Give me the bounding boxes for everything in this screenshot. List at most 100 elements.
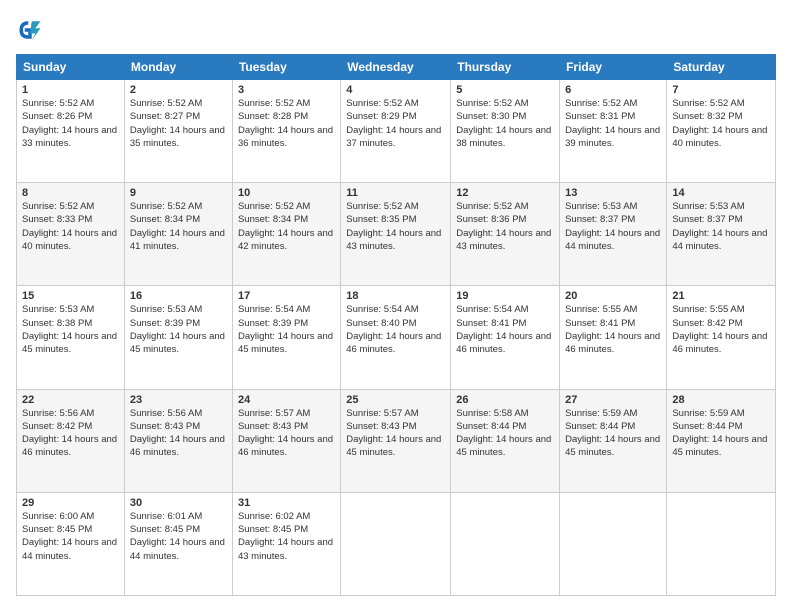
day-cell-1: 1 Sunrise: 5:52 AMSunset: 8:26 PMDayligh…: [17, 80, 125, 183]
page: SundayMondayTuesdayWednesdayThursdayFrid…: [0, 0, 792, 612]
day-number: 13: [565, 187, 661, 199]
day-info: Sunrise: 5:52 AMSunset: 8:34 PMDaylight:…: [130, 201, 225, 252]
day-cell-21: 21 Sunrise: 5:55 AMSunset: 8:42 PMDaylig…: [667, 286, 776, 389]
calendar-body: 1 Sunrise: 5:52 AMSunset: 8:26 PMDayligh…: [17, 80, 776, 596]
day-number: 30: [130, 497, 227, 509]
day-cell-11: 11 Sunrise: 5:52 AMSunset: 8:35 PMDaylig…: [341, 183, 451, 286]
day-cell-19: 19 Sunrise: 5:54 AMSunset: 8:41 PMDaylig…: [451, 286, 560, 389]
day-info: Sunrise: 5:57 AMSunset: 8:43 PMDaylight:…: [238, 408, 333, 459]
day-number: 26: [456, 394, 554, 406]
day-info: Sunrise: 5:56 AMSunset: 8:42 PMDaylight:…: [22, 408, 117, 459]
day-number: 28: [672, 394, 770, 406]
day-cell-24: 24 Sunrise: 5:57 AMSunset: 8:43 PMDaylig…: [232, 389, 340, 492]
day-number: 21: [672, 290, 770, 302]
day-cell-27: 27 Sunrise: 5:59 AMSunset: 8:44 PMDaylig…: [560, 389, 667, 492]
logo-icon: [16, 16, 44, 44]
day-info: Sunrise: 5:52 AMSunset: 8:35 PMDaylight:…: [346, 201, 441, 252]
calendar-week-1: 1 Sunrise: 5:52 AMSunset: 8:26 PMDayligh…: [17, 80, 776, 183]
day-cell-15: 15 Sunrise: 5:53 AMSunset: 8:38 PMDaylig…: [17, 286, 125, 389]
calendar-table: SundayMondayTuesdayWednesdayThursdayFrid…: [16, 54, 776, 596]
day-cell-28: 28 Sunrise: 5:59 AMSunset: 8:44 PMDaylig…: [667, 389, 776, 492]
calendar-header-row: SundayMondayTuesdayWednesdayThursdayFrid…: [17, 55, 776, 80]
day-number: 31: [238, 497, 335, 509]
day-info: Sunrise: 5:52 AMSunset: 8:34 PMDaylight:…: [238, 201, 333, 252]
day-info: Sunrise: 5:53 AMSunset: 8:37 PMDaylight:…: [672, 201, 767, 252]
day-cell-23: 23 Sunrise: 5:56 AMSunset: 8:43 PMDaylig…: [124, 389, 232, 492]
day-info: Sunrise: 5:55 AMSunset: 8:41 PMDaylight:…: [565, 304, 660, 355]
day-number: 1: [22, 84, 119, 96]
col-header-saturday: Saturday: [667, 55, 776, 80]
day-info: Sunrise: 5:53 AMSunset: 8:39 PMDaylight:…: [130, 304, 225, 355]
col-header-wednesday: Wednesday: [341, 55, 451, 80]
day-cell-9: 9 Sunrise: 5:52 AMSunset: 8:34 PMDayligh…: [124, 183, 232, 286]
day-number: 7: [672, 84, 770, 96]
day-cell-6: 6 Sunrise: 5:52 AMSunset: 8:31 PMDayligh…: [560, 80, 667, 183]
day-number: 10: [238, 187, 335, 199]
col-header-sunday: Sunday: [17, 55, 125, 80]
day-cell-12: 12 Sunrise: 5:52 AMSunset: 8:36 PMDaylig…: [451, 183, 560, 286]
day-info: Sunrise: 5:53 AMSunset: 8:38 PMDaylight:…: [22, 304, 117, 355]
empty-cell: [341, 492, 451, 595]
day-info: Sunrise: 5:52 AMSunset: 8:26 PMDaylight:…: [22, 98, 117, 149]
day-number: 22: [22, 394, 119, 406]
day-number: 20: [565, 290, 661, 302]
day-number: 16: [130, 290, 227, 302]
day-number: 2: [130, 84, 227, 96]
day-info: Sunrise: 5:54 AMSunset: 8:41 PMDaylight:…: [456, 304, 551, 355]
day-info: Sunrise: 5:55 AMSunset: 8:42 PMDaylight:…: [672, 304, 767, 355]
day-cell-26: 26 Sunrise: 5:58 AMSunset: 8:44 PMDaylig…: [451, 389, 560, 492]
day-number: 25: [346, 394, 445, 406]
day-cell-14: 14 Sunrise: 5:53 AMSunset: 8:37 PMDaylig…: [667, 183, 776, 286]
day-info: Sunrise: 5:52 AMSunset: 8:36 PMDaylight:…: [456, 201, 551, 252]
col-header-friday: Friday: [560, 55, 667, 80]
col-header-thursday: Thursday: [451, 55, 560, 80]
day-info: Sunrise: 5:54 AMSunset: 8:39 PMDaylight:…: [238, 304, 333, 355]
day-number: 17: [238, 290, 335, 302]
day-cell-8: 8 Sunrise: 5:52 AMSunset: 8:33 PMDayligh…: [17, 183, 125, 286]
day-number: 4: [346, 84, 445, 96]
day-number: 15: [22, 290, 119, 302]
day-info: Sunrise: 5:59 AMSunset: 8:44 PMDaylight:…: [565, 408, 660, 459]
day-cell-2: 2 Sunrise: 5:52 AMSunset: 8:27 PMDayligh…: [124, 80, 232, 183]
calendar-week-3: 15 Sunrise: 5:53 AMSunset: 8:38 PMDaylig…: [17, 286, 776, 389]
day-cell-18: 18 Sunrise: 5:54 AMSunset: 8:40 PMDaylig…: [341, 286, 451, 389]
day-info: Sunrise: 6:01 AMSunset: 8:45 PMDaylight:…: [130, 511, 225, 562]
header: [16, 16, 776, 44]
day-cell-3: 3 Sunrise: 5:52 AMSunset: 8:28 PMDayligh…: [232, 80, 340, 183]
day-number: 18: [346, 290, 445, 302]
day-cell-10: 10 Sunrise: 5:52 AMSunset: 8:34 PMDaylig…: [232, 183, 340, 286]
logo: [16, 16, 48, 44]
calendar-week-2: 8 Sunrise: 5:52 AMSunset: 8:33 PMDayligh…: [17, 183, 776, 286]
day-number: 29: [22, 497, 119, 509]
day-cell-13: 13 Sunrise: 5:53 AMSunset: 8:37 PMDaylig…: [560, 183, 667, 286]
day-info: Sunrise: 5:52 AMSunset: 8:29 PMDaylight:…: [346, 98, 441, 149]
day-info: Sunrise: 5:54 AMSunset: 8:40 PMDaylight:…: [346, 304, 441, 355]
day-number: 9: [130, 187, 227, 199]
day-info: Sunrise: 5:59 AMSunset: 8:44 PMDaylight:…: [672, 408, 767, 459]
day-info: Sunrise: 5:52 AMSunset: 8:27 PMDaylight:…: [130, 98, 225, 149]
day-info: Sunrise: 5:52 AMSunset: 8:31 PMDaylight:…: [565, 98, 660, 149]
day-number: 12: [456, 187, 554, 199]
day-number: 27: [565, 394, 661, 406]
col-header-monday: Monday: [124, 55, 232, 80]
day-info: Sunrise: 5:52 AMSunset: 8:28 PMDaylight:…: [238, 98, 333, 149]
day-cell-16: 16 Sunrise: 5:53 AMSunset: 8:39 PMDaylig…: [124, 286, 232, 389]
day-info: Sunrise: 5:53 AMSunset: 8:37 PMDaylight:…: [565, 201, 660, 252]
day-cell-29: 29 Sunrise: 6:00 AMSunset: 8:45 PMDaylig…: [17, 492, 125, 595]
day-cell-30: 30 Sunrise: 6:01 AMSunset: 8:45 PMDaylig…: [124, 492, 232, 595]
day-cell-31: 31 Sunrise: 6:02 AMSunset: 8:45 PMDaylig…: [232, 492, 340, 595]
day-info: Sunrise: 5:57 AMSunset: 8:43 PMDaylight:…: [346, 408, 441, 459]
day-cell-25: 25 Sunrise: 5:57 AMSunset: 8:43 PMDaylig…: [341, 389, 451, 492]
empty-cell: [667, 492, 776, 595]
day-info: Sunrise: 5:58 AMSunset: 8:44 PMDaylight:…: [456, 408, 551, 459]
calendar-week-4: 22 Sunrise: 5:56 AMSunset: 8:42 PMDaylig…: [17, 389, 776, 492]
day-number: 3: [238, 84, 335, 96]
day-info: Sunrise: 5:52 AMSunset: 8:32 PMDaylight:…: [672, 98, 767, 149]
col-header-tuesday: Tuesday: [232, 55, 340, 80]
empty-cell: [451, 492, 560, 595]
day-info: Sunrise: 6:02 AMSunset: 8:45 PMDaylight:…: [238, 511, 333, 562]
day-number: 19: [456, 290, 554, 302]
day-number: 6: [565, 84, 661, 96]
day-cell-5: 5 Sunrise: 5:52 AMSunset: 8:30 PMDayligh…: [451, 80, 560, 183]
day-cell-7: 7 Sunrise: 5:52 AMSunset: 8:32 PMDayligh…: [667, 80, 776, 183]
